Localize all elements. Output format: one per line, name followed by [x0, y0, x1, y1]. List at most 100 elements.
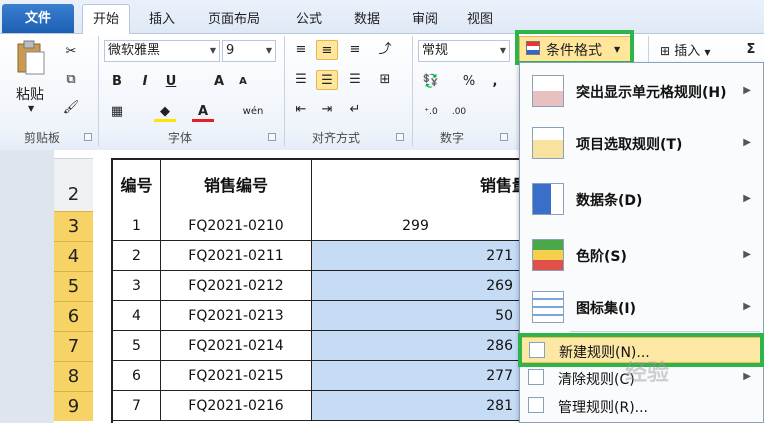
decrease-indent-icon[interactable]: ⇤: [290, 100, 312, 120]
font-size-combo[interactable]: 9 ▼: [222, 40, 276, 62]
copy-icon[interactable]: ⧉: [60, 70, 82, 90]
cell-code[interactable]: FQ2021-0210: [161, 211, 312, 241]
cell-id[interactable]: 4: [113, 301, 161, 331]
cell-sales[interactable]: 50: [312, 301, 520, 331]
comma-button[interactable]: ,: [484, 72, 506, 92]
clear-rules-icon: [528, 369, 544, 385]
row-header[interactable]: 6: [54, 301, 93, 331]
tab-view[interactable]: 视图: [458, 8, 502, 32]
conditional-format-button[interactable]: 条件格式 ▼: [519, 36, 631, 62]
row-header[interactable]: 8: [54, 361, 93, 391]
row-header[interactable]: 9: [54, 391, 93, 421]
autosum-button[interactable]: Σ: [740, 40, 762, 60]
dialog-launcher-icon[interactable]: [500, 133, 508, 141]
cell-code[interactable]: FQ2021-0216: [161, 391, 312, 421]
increase-indent-icon[interactable]: ⇥: [316, 100, 338, 120]
cell-code[interactable]: FQ2021-0212: [161, 271, 312, 301]
chevron-down-icon: ▼: [28, 104, 35, 113]
column-header-code[interactable]: 销售编号: [161, 160, 312, 212]
row-header[interactable]: 5: [54, 271, 93, 301]
chevron-right-icon: ▶: [743, 371, 751, 382]
cut-icon[interactable]: ✂: [60, 42, 82, 62]
dialog-launcher-icon[interactable]: [396, 133, 404, 141]
dialog-launcher-icon[interactable]: [84, 133, 92, 141]
currency-icon[interactable]: 💱: [420, 72, 442, 92]
column-header-id[interactable]: 编号: [113, 160, 161, 212]
cell-sales[interactable]: 277: [312, 361, 520, 391]
number-format-combo[interactable]: 常规 ▼: [418, 40, 510, 62]
row-header[interactable]: 3: [54, 211, 93, 241]
chevron-right-icon: ▶: [743, 301, 751, 312]
alignment-group-label: 对齐方式: [311, 131, 360, 145]
chevron-right-icon: ▶: [743, 85, 751, 96]
cell-sales[interactable]: 299: [312, 211, 520, 241]
cell-sales[interactable]: 281: [312, 391, 520, 421]
align-top-icon[interactable]: ≡: [290, 40, 312, 60]
paste-button[interactable]: 粘贴 ▼: [10, 38, 50, 118]
align-bottom-icon[interactable]: ≡: [344, 40, 366, 60]
align-right-icon[interactable]: ☰: [344, 70, 366, 90]
row-header[interactable]: 4: [54, 241, 93, 271]
color-scales-icon: [532, 239, 564, 271]
row-header[interactable]: 2: [54, 158, 93, 211]
shrink-font-icon[interactable]: A: [232, 72, 254, 92]
cell-id[interactable]: 1: [113, 211, 161, 241]
font-name-combo[interactable]: 微软雅黑 ▼: [104, 40, 220, 62]
menu-item-icon-sets[interactable]: 图标集(I) ▶: [520, 287, 763, 327]
bold-button[interactable]: B: [106, 72, 128, 92]
dialog-launcher-icon[interactable]: [268, 133, 276, 141]
cell-sales[interactable]: 271: [312, 241, 520, 271]
menu-item-color-scales[interactable]: 色阶(S) ▶: [520, 235, 763, 275]
menu-item-highlight-rules[interactable]: 突出显示单元格规则(H) ▶: [520, 71, 763, 111]
underline-button[interactable]: U: [160, 72, 182, 92]
tab-formulas[interactable]: 公式: [286, 8, 332, 32]
align-left-icon[interactable]: ☰: [290, 70, 312, 90]
chevron-right-icon: ▶: [743, 249, 751, 260]
align-center-icon[interactable]: ☰: [316, 70, 338, 90]
cell-code[interactable]: FQ2021-0215: [161, 361, 312, 391]
cell-id[interactable]: 2: [113, 241, 161, 271]
font-group-label: 字体: [167, 131, 192, 145]
cell-id[interactable]: 7: [113, 391, 161, 421]
grow-font-button[interactable]: A: [208, 72, 230, 92]
cell-id[interactable]: 6: [113, 361, 161, 391]
cell-code[interactable]: FQ2021-0213: [161, 301, 312, 331]
cell-code[interactable]: FQ2021-0214: [161, 331, 312, 361]
row-header[interactable]: 7: [54, 331, 93, 361]
merge-center-icon[interactable]: ⊞: [374, 70, 396, 90]
tab-insert[interactable]: 插入: [140, 8, 184, 32]
paste-label: 粘贴: [16, 87, 44, 103]
chevron-down-icon: ▼: [614, 45, 621, 54]
cell-id[interactable]: 5: [113, 331, 161, 361]
phonetic-button[interactable]: wén: [240, 102, 266, 122]
insert-cells-button[interactable]: ⊞ 插入 ▼: [660, 40, 730, 62]
percent-button[interactable]: %: [458, 72, 480, 92]
increase-decimal-button[interactable]: ⁺.0: [420, 102, 442, 122]
align-middle-icon[interactable]: ≡: [316, 40, 338, 60]
tab-review[interactable]: 审阅: [403, 8, 447, 32]
cell-sales[interactable]: 286: [312, 331, 520, 361]
menu-item-data-bars[interactable]: 数据条(D) ▶: [520, 179, 763, 219]
tab-home[interactable]: 开始: [82, 4, 130, 35]
fill-color-icon[interactable]: ◆: [154, 102, 176, 122]
number-format-value: 常规: [422, 43, 449, 58]
cell-sales[interactable]: 269: [312, 271, 520, 301]
decrease-decimal-button[interactable]: .00: [448, 102, 470, 122]
chevron-right-icon: ▶: [743, 193, 751, 204]
highlight-rules-icon: [532, 75, 564, 107]
cell-id[interactable]: 3: [113, 271, 161, 301]
conditional-format-icon: [526, 41, 540, 55]
menu-item-top-bottom-rules[interactable]: 项目选取规则(T) ▶: [520, 123, 763, 163]
menu-item-manage-rules[interactable]: 管理规则(R)...: [520, 393, 763, 419]
tab-page-layout[interactable]: 页面布局: [196, 8, 272, 32]
tab-file[interactable]: 文件: [2, 4, 74, 33]
format-painter-icon[interactable]: 🖌: [60, 98, 82, 118]
column-header-sales[interactable]: 销售量: [312, 160, 532, 212]
orientation-icon[interactable]: ⤴: [374, 40, 396, 60]
wrap-text-icon[interactable]: ↵: [344, 100, 366, 120]
font-color-button[interactable]: A: [192, 102, 214, 122]
italic-button[interactable]: I: [134, 72, 156, 92]
tab-data[interactable]: 数据: [344, 8, 390, 32]
cell-code[interactable]: FQ2021-0211: [161, 241, 312, 271]
borders-icon[interactable]: ▦: [106, 102, 128, 122]
